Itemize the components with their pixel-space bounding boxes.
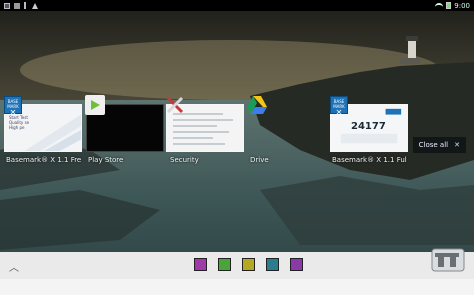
basemark-x-icon: BASE MARK ✕ [2, 94, 24, 117]
warning-icon [32, 2, 38, 9]
recent-app-drive[interactable]: Drive [246, 94, 326, 174]
clock: 9:00 [454, 1, 470, 10]
bottom-strip [0, 279, 474, 295]
google-drive-icon [246, 94, 268, 116]
usb-icon [24, 2, 28, 9]
recent-app-basemark-free[interactable]: Start Test Quality se High pe BASE MARK ✕ B… [2, 94, 86, 174]
battery-icon [446, 2, 452, 9]
yellow-app-icon[interactable] [242, 258, 255, 271]
app-label: Drive [250, 156, 269, 164]
security-tools-icon [164, 94, 186, 116]
recent-apps-list: Start Test Quality se High pe BASE MARK ✕ B… [0, 94, 474, 174]
app-label: Security [170, 156, 199, 164]
play-store-icon [84, 94, 106, 116]
app-label: Basemark® X 1.1 Ful [332, 156, 407, 164]
app-label: Play Store [88, 156, 124, 164]
status-bar: 9:00 [0, 0, 474, 11]
app-dock [194, 258, 303, 271]
navigation-bar: ︿ [0, 252, 474, 279]
notification-icon [14, 2, 20, 9]
violet-app-icon[interactable] [290, 258, 303, 271]
wifi-icon [435, 2, 444, 9]
watermark-logo [430, 245, 466, 275]
photo-icon [4, 2, 10, 9]
close-all-button[interactable]: Close all ✕ [412, 137, 466, 153]
purple-app-icon[interactable] [194, 258, 207, 271]
recent-app-basemark-full[interactable]: 24177 BASE MARK ✕ Basemark® X 1.1 Ful [328, 94, 412, 174]
basemark-x-icon: BASE MARK ✕ [328, 94, 350, 117]
benchmark-score: 24177 [351, 121, 386, 132]
recent-app-play-store[interactable]: Play Store [84, 94, 166, 174]
recent-app-security[interactable]: Security [166, 94, 248, 174]
app-label: Basemark® X 1.1 Fre [6, 156, 82, 164]
green-app-icon[interactable] [218, 258, 231, 271]
chevron-up-icon[interactable]: ︿ [6, 258, 22, 274]
close-icon: ✕ [454, 141, 460, 149]
close-all-label: Close all [418, 141, 449, 149]
teal-app-icon[interactable] [266, 258, 279, 271]
